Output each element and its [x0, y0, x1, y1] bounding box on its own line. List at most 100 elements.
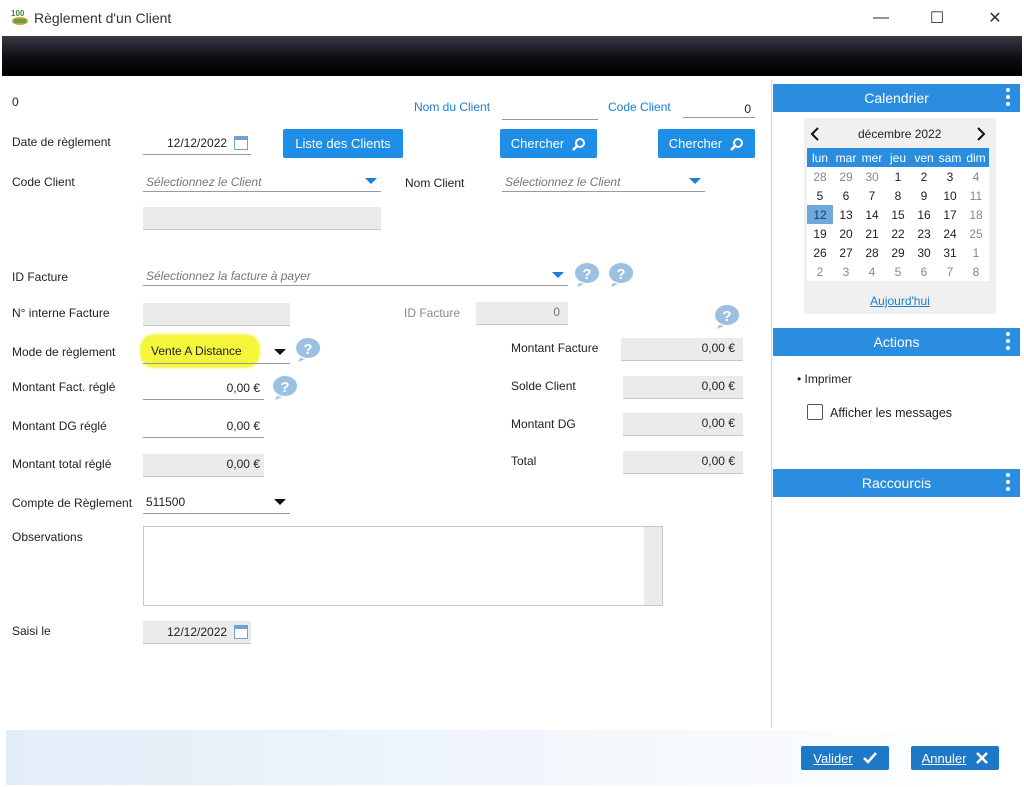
- id-facture-select[interactable]: Sélectionnez la facture à payer: [143, 266, 568, 286]
- calendar-day[interactable]: 1: [885, 167, 911, 186]
- date-reglement-field[interactable]: 12/12/2022: [143, 133, 251, 155]
- chevron-down-icon[interactable]: [689, 178, 701, 184]
- calendar-day-header: mer: [859, 148, 885, 167]
- calendar-day[interactable]: 3: [937, 167, 963, 186]
- calendar-day[interactable]: 9: [911, 186, 937, 205]
- calendar-day[interactable]: 22: [885, 224, 911, 243]
- chevron-down-icon[interactable]: [274, 499, 286, 505]
- montant-dg-regle-field[interactable]: 0,00 €: [143, 416, 264, 438]
- calendar-day[interactable]: 5: [885, 262, 911, 281]
- minimize-button[interactable]: —: [858, 4, 904, 32]
- more-options-icon[interactable]: [1006, 332, 1010, 350]
- help-icon[interactable]: ?: [294, 337, 322, 363]
- valider-button[interactable]: Valider: [801, 746, 889, 770]
- calendar-day[interactable]: 10: [937, 186, 963, 205]
- id-facture-2-field: 0: [476, 302, 568, 325]
- calendar-day[interactable]: 6: [911, 262, 937, 281]
- zero-value: 0: [12, 95, 19, 109]
- calendar-day[interactable]: 20: [833, 224, 859, 243]
- calendar-day[interactable]: 7: [937, 262, 963, 281]
- calendar-day[interactable]: 17: [937, 205, 963, 224]
- afficher-messages-checkbox[interactable]: [807, 404, 823, 420]
- id-facture-label: ID Facture: [12, 270, 69, 284]
- chevron-down-icon[interactable]: [552, 272, 564, 278]
- calendar-day[interactable]: 5: [807, 186, 833, 205]
- calendar-day[interactable]: 21: [859, 224, 885, 243]
- chevron-right-icon[interactable]: [976, 127, 986, 141]
- calendar-day-header: lun: [807, 148, 833, 167]
- nom-client-placeholder: Sélectionnez le Client: [505, 175, 621, 189]
- calendar-month: décembre 2022: [858, 127, 942, 141]
- calendar-day[interactable]: 30: [859, 167, 885, 186]
- chercher-button-2[interactable]: Chercher: [658, 129, 755, 158]
- more-options-icon[interactable]: [1006, 88, 1010, 106]
- calendar-day[interactable]: 12: [807, 205, 833, 224]
- calendar-day[interactable]: 3: [833, 262, 859, 281]
- compte-reglement-select[interactable]: 511500: [143, 492, 290, 514]
- calendar-grid: lun mar mer jeu ven sam dim 28 29 30 1 2 3 4 5 6 7 8 9 10 1…: [807, 148, 989, 281]
- liste-clients-label: Liste des Clients: [295, 136, 391, 151]
- calendar-day[interactable]: 19: [807, 224, 833, 243]
- calendar-day[interactable]: 29: [833, 167, 859, 186]
- nom-du-client-field[interactable]: [502, 100, 598, 120]
- mode-reglement-label: Mode de règlement: [12, 345, 116, 359]
- calendar-icon[interactable]: [234, 136, 248, 150]
- chevron-left-icon[interactable]: [810, 127, 820, 141]
- calendar-icon[interactable]: [234, 625, 248, 639]
- calendar-day[interactable]: 14: [859, 205, 885, 224]
- today-link[interactable]: Aujourd'hui: [804, 294, 996, 308]
- calendar-day[interactable]: 4: [859, 262, 885, 281]
- calendar-day[interactable]: 8: [963, 262, 989, 281]
- calendar-widget: décembre 2022 lun mar mer jeu ven sam dim 28 29…: [804, 118, 996, 314]
- actions-header-label: Actions: [873, 334, 920, 350]
- mode-reglement-select[interactable]: Vente A Distance: [143, 340, 290, 364]
- calendar-day[interactable]: 25: [963, 224, 989, 243]
- observations-scrollbar[interactable]: [644, 527, 662, 605]
- code-client-select[interactable]: Sélectionnez le Client: [143, 172, 381, 192]
- help-icon[interactable]: ?: [607, 262, 635, 288]
- calendar-day[interactable]: 1: [963, 243, 989, 262]
- calendar-header[interactable]: Calendrier: [773, 84, 1020, 112]
- actions-header[interactable]: Actions: [773, 328, 1020, 356]
- help-icon[interactable]: ?: [271, 375, 299, 401]
- annuler-button[interactable]: Annuler: [911, 746, 999, 770]
- calendar-day[interactable]: 4: [963, 167, 989, 186]
- help-icon[interactable]: ?: [713, 304, 741, 330]
- calendar-day[interactable]: 11: [963, 186, 989, 205]
- calendar-day[interactable]: 29: [885, 243, 911, 262]
- code-client-top-field[interactable]: 0: [683, 98, 755, 118]
- close-button[interactable]: ✕: [972, 4, 1018, 32]
- more-options-icon[interactable]: [1006, 473, 1010, 491]
- calendar-day[interactable]: 18: [963, 205, 989, 224]
- calendar-day[interactable]: 27: [833, 243, 859, 262]
- calendar-day[interactable]: 13: [833, 205, 859, 224]
- calendar-day[interactable]: 8: [885, 186, 911, 205]
- calendar-day[interactable]: 6: [833, 186, 859, 205]
- chevron-down-icon[interactable]: [365, 178, 377, 184]
- search-icon: [572, 137, 586, 151]
- help-icon[interactable]: ?: [573, 262, 601, 288]
- liste-clients-button[interactable]: Liste des Clients: [283, 129, 403, 158]
- raccourcis-header[interactable]: Raccourcis: [773, 469, 1020, 497]
- valider-label: Valider: [813, 750, 853, 766]
- montant-fact-regle-field[interactable]: 0,00 €: [143, 378, 264, 400]
- observations-textarea[interactable]: [143, 526, 663, 606]
- calendar-day[interactable]: 24: [937, 224, 963, 243]
- svg-text:?: ?: [280, 379, 289, 396]
- calendar-day[interactable]: 28: [807, 167, 833, 186]
- calendar-day[interactable]: 2: [807, 262, 833, 281]
- calendar-day[interactable]: 23: [911, 224, 937, 243]
- calendar-day[interactable]: 26: [807, 243, 833, 262]
- calendar-day[interactable]: 2: [911, 167, 937, 186]
- chercher-button-1[interactable]: Chercher: [500, 129, 597, 158]
- calendar-day[interactable]: 31: [937, 243, 963, 262]
- calendar-day[interactable]: 16: [911, 205, 937, 224]
- calendar-day[interactable]: 15: [885, 205, 911, 224]
- maximize-button[interactable]: ☐: [914, 4, 960, 32]
- calendar-day[interactable]: 28: [859, 243, 885, 262]
- calendar-day[interactable]: 30: [911, 243, 937, 262]
- calendar-day[interactable]: 7: [859, 186, 885, 205]
- imprimer-link[interactable]: • Imprimer: [797, 372, 852, 386]
- chevron-down-icon[interactable]: [274, 349, 286, 355]
- nom-client-select[interactable]: Sélectionnez le Client: [502, 172, 705, 192]
